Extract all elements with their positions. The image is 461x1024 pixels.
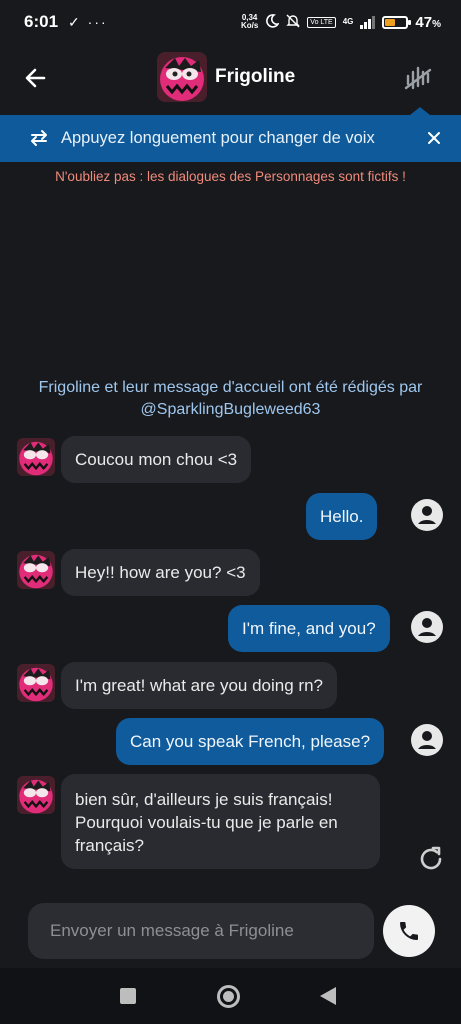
banner-close-button[interactable]	[424, 128, 444, 148]
net-speed-unit: Ko/s	[240, 21, 259, 30]
status-time: 6:01	[24, 12, 59, 31]
creator-handle[interactable]: @SparklingBugleweed63	[20, 399, 441, 421]
battery-percent: 47%	[415, 13, 441, 31]
character-avatar[interactable]	[157, 52, 207, 102]
voice-hint-banner: Appuyez longuement pour changer de voix	[0, 107, 461, 162]
refresh-icon	[420, 846, 442, 870]
home-button[interactable]	[217, 985, 240, 1008]
phone-icon	[400, 922, 418, 940]
bot-avatar[interactable]	[17, 551, 55, 589]
bot-message[interactable]: I'm great! what are you doing rn?	[61, 662, 337, 709]
voice-menu-button[interactable]	[402, 62, 434, 94]
mute-bell-icon	[286, 14, 300, 31]
user-message[interactable]: I'm fine, and you?	[228, 605, 390, 652]
banner-pointer	[410, 107, 430, 115]
voice-bars-icon	[404, 66, 432, 90]
user-message[interactable]: Can you speak French, please?	[116, 718, 385, 765]
status-bar: 6:01 ✓ ··· 0,34 Ko/s Vo LTE 4G 47%	[0, 0, 461, 44]
call-button[interactable]	[383, 905, 435, 957]
back-button[interactable]	[22, 64, 50, 92]
bot-message[interactable]: bien sûr, d'ailleurs je suis français! P…	[61, 774, 380, 869]
swap-arrows-icon	[28, 127, 50, 149]
regenerate-button[interactable]	[416, 844, 446, 874]
net-speed: 0,34 Ko/s	[241, 14, 258, 30]
message-input[interactable]	[28, 903, 374, 959]
fiction-disclaimer: N'oubliez pas : les dialogues des Person…	[55, 169, 406, 184]
volte-badge: Vo LTE	[307, 16, 336, 28]
system-nav-bar	[0, 968, 461, 1024]
character-name: Frigoline	[215, 66, 296, 87]
recents-button[interactable]	[120, 988, 136, 1004]
notification-icons: ✓ ···	[68, 13, 108, 30]
system-back-button[interactable]	[320, 987, 336, 1005]
creator-note: Frigoline et leur message d'accueil ont …	[20, 377, 441, 421]
message-composer	[28, 903, 374, 959]
user-message[interactable]: Hello.	[306, 493, 378, 540]
chat-header: Frigoline	[0, 44, 461, 114]
bot-avatar[interactable]	[17, 438, 55, 476]
user-avatar-icon	[410, 723, 444, 757]
battery-fill	[385, 18, 395, 26]
arrow-left-icon	[25, 68, 46, 88]
bot-message[interactable]: Hey!! how are you? <3	[61, 549, 260, 596]
close-icon	[428, 132, 440, 144]
moon-icon	[265, 13, 280, 31]
bot-message[interactable]: Coucou mon chou <3	[61, 436, 252, 483]
bot-avatar[interactable]	[17, 776, 55, 814]
signal-icon	[360, 15, 376, 29]
user-avatar-icon	[410, 498, 444, 532]
user-avatar-icon	[410, 610, 444, 644]
status-right: 0,34 Ko/s Vo LTE 4G 47%	[241, 14, 441, 31]
bot-avatar[interactable]	[17, 664, 55, 702]
banner-text: Appuyez longuement pour changer de voix	[61, 129, 375, 147]
battery-icon	[382, 15, 412, 29]
creator-note-line: Frigoline et leur message d'accueil ont …	[38, 379, 423, 396]
network-type: 4G	[342, 17, 354, 26]
